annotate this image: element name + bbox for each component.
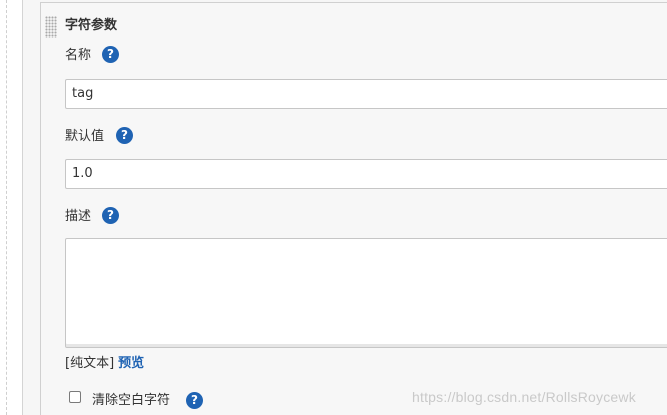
name-input[interactable]: tag (65, 79, 667, 109)
preview-link[interactable]: 预览 (118, 356, 144, 371)
description-textarea[interactable] (65, 238, 667, 348)
trim-whitespace-label: 清除空白字符 (92, 393, 171, 408)
default-value-input[interactable]: 1.0 (65, 159, 667, 189)
description-format-line: [纯文本] 预览 (65, 355, 144, 373)
default-value-label: 默认值 (65, 129, 105, 144)
watermark-text: https://blog.csdn.net/RollsRoycewk (412, 389, 636, 405)
plain-text-label: [纯文本] (65, 356, 115, 371)
name-help-icon[interactable]: ? (102, 46, 119, 63)
page: 字符参数 名称 ? tag 默认值 ? 1.0 描述 ? [纯文本] 预览 清除空… (0, 0, 667, 415)
description-label: 描述 (65, 209, 92, 224)
gutter-divider (6, 0, 7, 415)
description-help-icon[interactable]: ? (102, 207, 119, 224)
string-parameter-panel (40, 2, 667, 415)
drag-handle-icon[interactable] (45, 16, 57, 38)
default-value-help-icon[interactable]: ? (116, 127, 133, 144)
name-label: 名称 (65, 48, 92, 63)
section-title: 字符参数 (65, 18, 118, 33)
trim-whitespace-help-icon[interactable]: ? (186, 392, 203, 409)
trim-whitespace-checkbox[interactable] (69, 391, 81, 403)
